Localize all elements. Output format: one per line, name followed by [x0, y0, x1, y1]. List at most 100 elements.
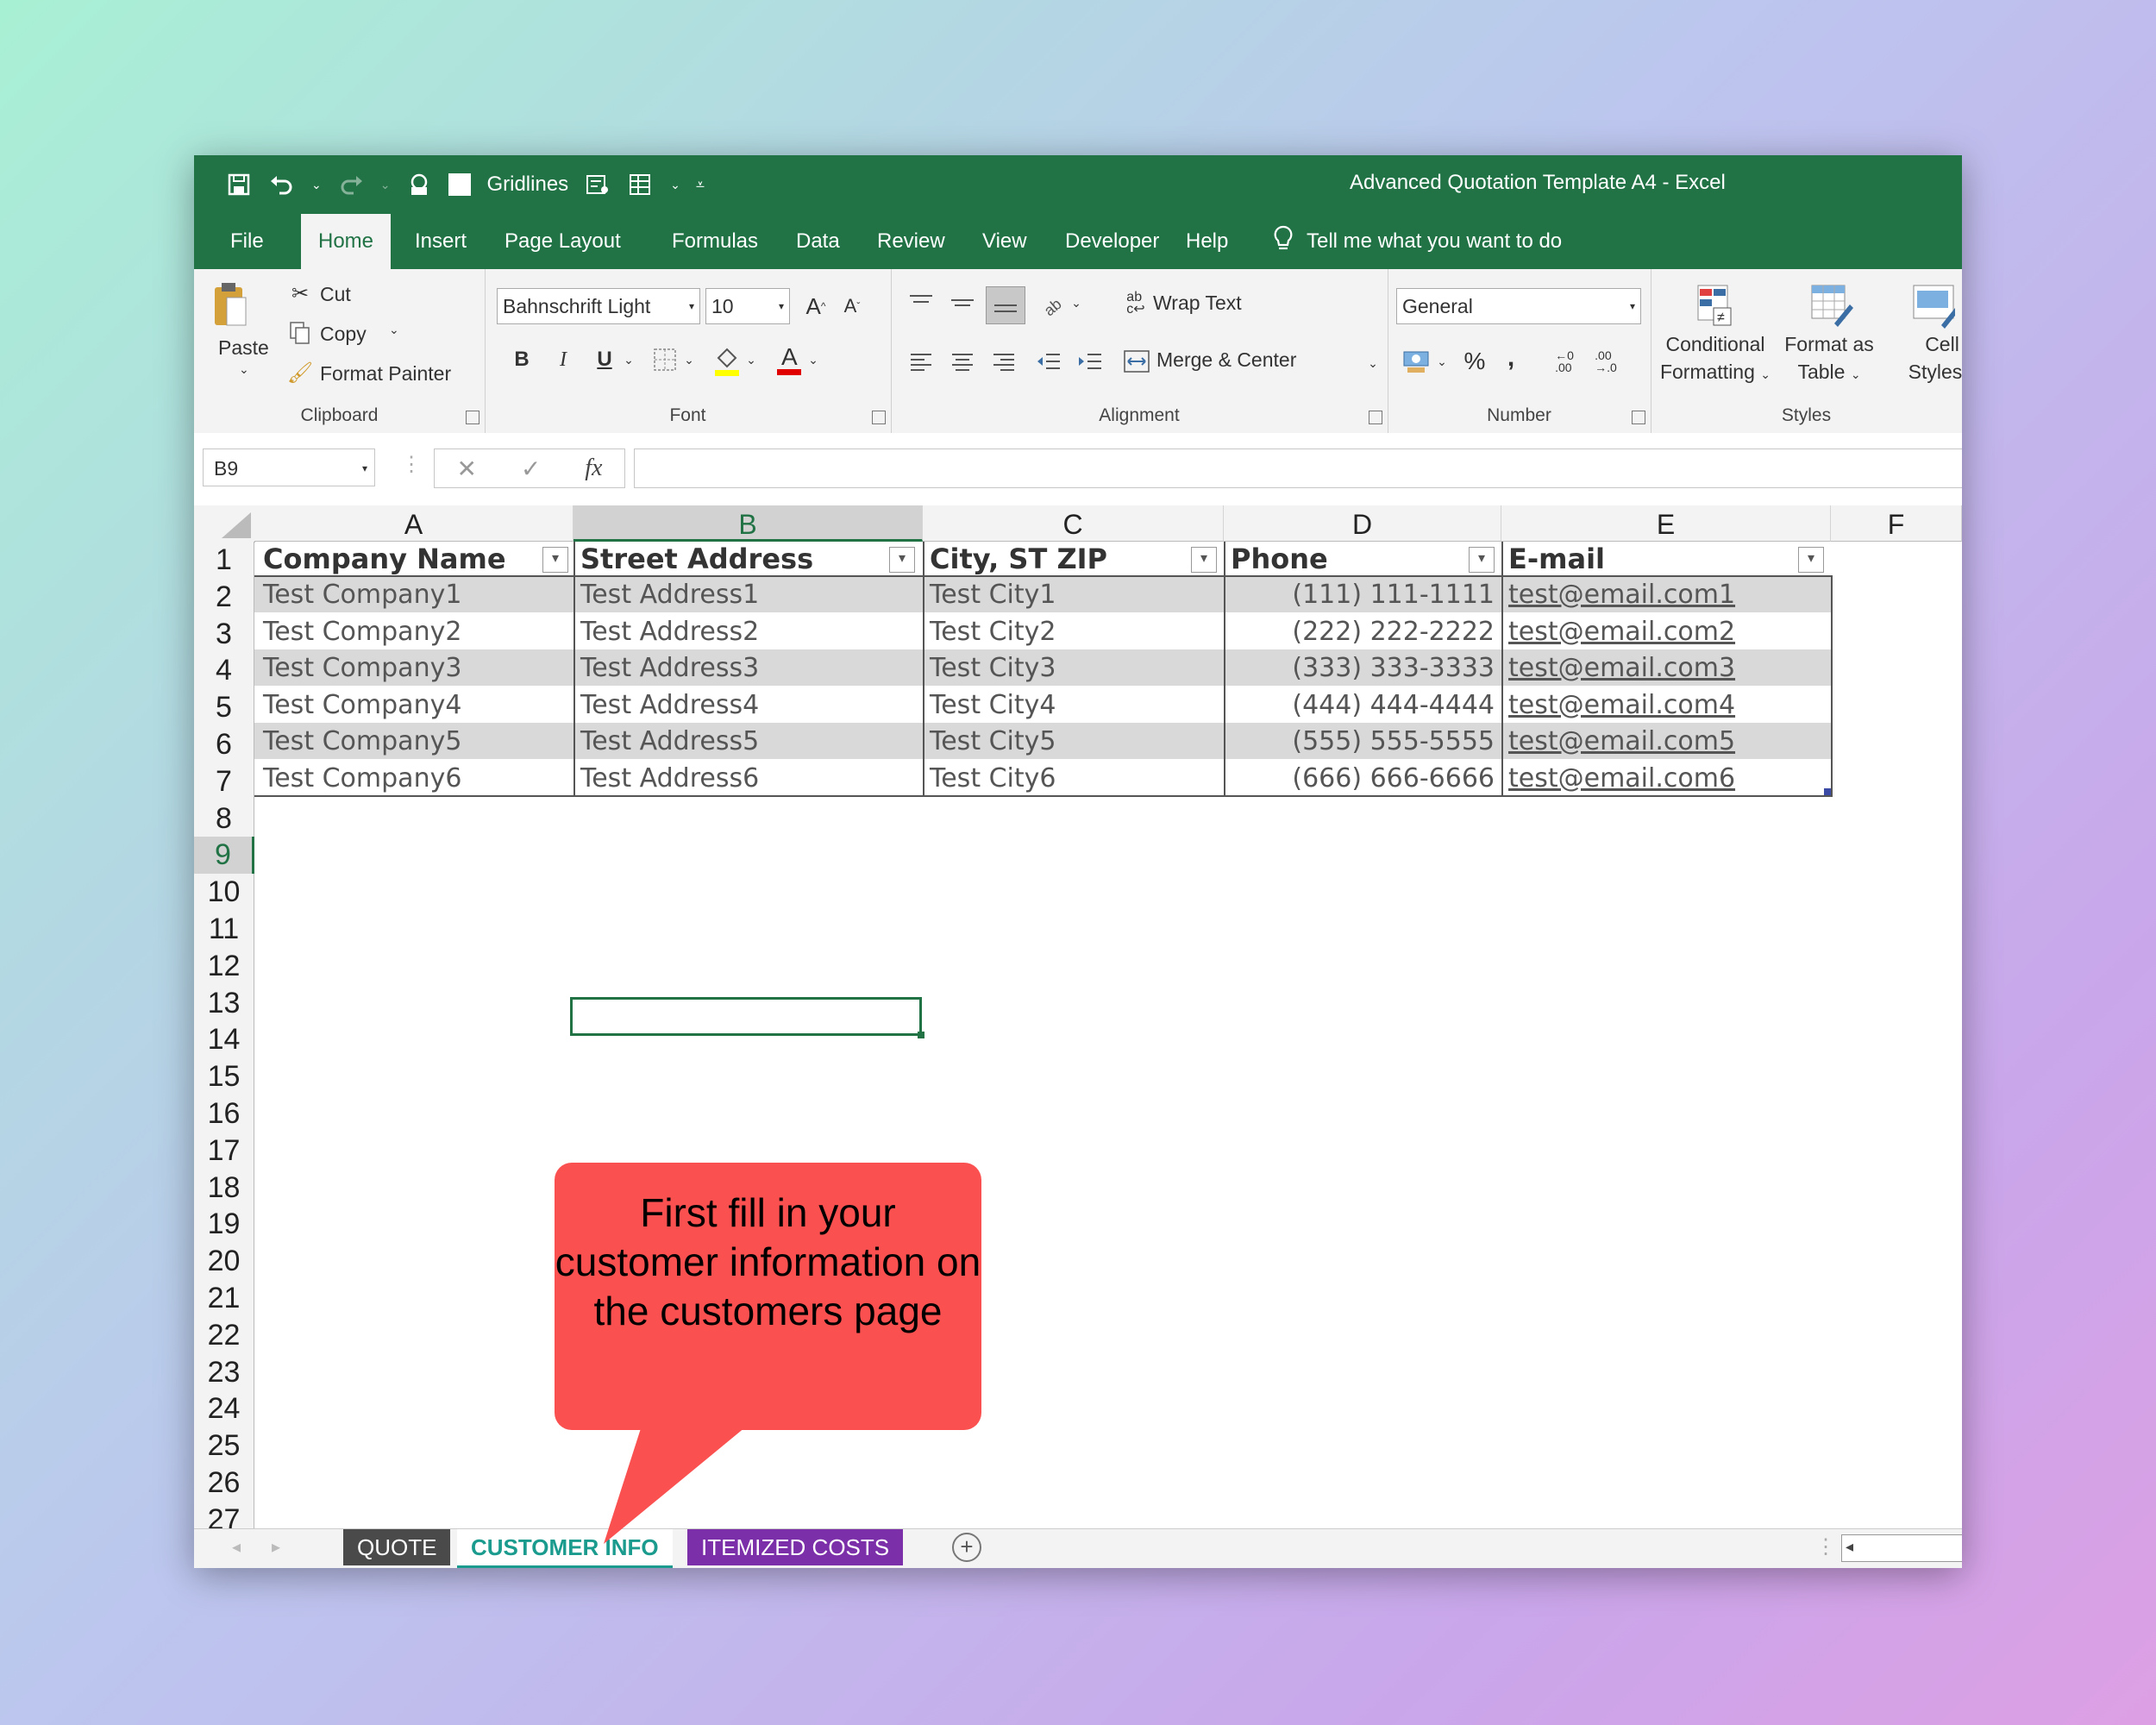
column-header-c[interactable]: C: [923, 505, 1224, 542]
decrease-font-size-icon[interactable]: Aˇ: [838, 292, 866, 321]
copy-label[interactable]: Copy: [320, 323, 367, 346]
filter-email-icon[interactable]: ▾: [1798, 547, 1824, 573]
table-header-email[interactable]: E-mail: [1505, 542, 1798, 576]
cell-city-4[interactable]: Test City4: [926, 688, 1221, 723]
cell-company-1[interactable]: Test Company1: [260, 578, 570, 612]
table-header-company-name[interactable]: Company Name: [260, 542, 544, 576]
tab-insert[interactable]: Insert: [398, 214, 484, 269]
cell-address-6[interactable]: Test Address6: [577, 762, 920, 796]
underline-button[interactable]: U: [592, 345, 617, 374]
tab-formulas[interactable]: Formulas: [655, 214, 775, 269]
filter-street-address-icon[interactable]: ▾: [889, 547, 915, 573]
cell-city-3[interactable]: Test City3: [926, 651, 1221, 686]
table-header-phone[interactable]: Phone: [1227, 542, 1469, 576]
filter-city-icon[interactable]: ▾: [1191, 547, 1217, 573]
copy-icon[interactable]: [287, 319, 313, 347]
row-header-21[interactable]: 21: [194, 1280, 254, 1317]
cell-styles-label-1[interactable]: Cell: [1908, 333, 1962, 356]
fill-color-icon[interactable]: [712, 343, 742, 378]
format-painter-icon[interactable]: 🖌: [287, 359, 313, 386]
format-as-table-label-1[interactable]: Format as: [1773, 333, 1885, 356]
gridlines-checkbox[interactable]: [448, 173, 472, 196]
sheet-scroll-left-icon[interactable]: ◂: [232, 1536, 241, 1558]
cell-phone-2[interactable]: (222) 222-2222: [1227, 615, 1500, 649]
row-header-20[interactable]: 20: [194, 1243, 254, 1280]
tab-file[interactable]: File: [213, 214, 281, 269]
custom-macro-icon[interactable]: [405, 171, 433, 198]
cell-company-4[interactable]: Test Company4: [260, 688, 570, 723]
decrease-indent-icon[interactable]: [1032, 347, 1065, 376]
select-all-button[interactable]: [194, 505, 255, 543]
row-header-18[interactable]: 18: [194, 1169, 254, 1207]
cell-company-6[interactable]: Test Company6: [260, 762, 570, 796]
alignment-launcher-icon[interactable]: [1369, 411, 1382, 424]
increase-font-size-icon[interactable]: A ^: [802, 292, 830, 321]
tab-review[interactable]: Review: [860, 214, 962, 269]
cell-styles-label-2[interactable]: Styles: [1901, 361, 1962, 384]
tab-developer[interactable]: Developer: [1048, 214, 1176, 269]
scroll-left-arrow-icon[interactable]: ◂: [1846, 1538, 1853, 1556]
borders-icon[interactable]: [650, 345, 680, 374]
insert-function-icon[interactable]: fx: [585, 455, 602, 482]
row-header-5[interactable]: 5: [194, 689, 254, 726]
undo-icon[interactable]: [268, 171, 296, 198]
row-header-4[interactable]: 4: [194, 652, 254, 690]
fill-color-dropdown-icon[interactable]: ⌄: [743, 347, 759, 373]
borders-dropdown-icon[interactable]: ⌄: [681, 347, 697, 373]
table-header-street-address[interactable]: Street Address: [577, 542, 887, 576]
row-header-11[interactable]: 11: [194, 911, 254, 948]
cell-phone-6[interactable]: (666) 666-6666: [1227, 762, 1500, 796]
align-middle-icon[interactable]: [946, 288, 979, 319]
tab-page-layout[interactable]: Page Layout: [487, 214, 638, 269]
row-header-22[interactable]: 22: [194, 1316, 254, 1354]
row-header-3[interactable]: 3: [194, 615, 254, 653]
merge-center-label[interactable]: Merge & Center: [1156, 348, 1296, 372]
save-icon[interactable]: [225, 171, 253, 198]
table-layout-icon[interactable]: [627, 171, 655, 198]
cell-address-5[interactable]: Test Address5: [577, 724, 920, 759]
cell-phone-1[interactable]: (111) 111-1111: [1227, 578, 1500, 612]
row-header-15[interactable]: 15: [194, 1058, 254, 1095]
confirm-entry-icon[interactable]: ✓: [521, 455, 541, 483]
format-painter-label[interactable]: Format Painter: [320, 362, 451, 386]
formula-bar-splitter-icon[interactable]: ⋮: [401, 452, 422, 477]
row-header-26[interactable]: 26: [194, 1465, 254, 1502]
name-box[interactable]: B9 ▾: [203, 448, 375, 486]
paste-dropdown-icon[interactable]: ⌄: [239, 362, 249, 377]
cell-city-6[interactable]: Test City6: [926, 762, 1221, 796]
cut-label[interactable]: Cut: [320, 283, 351, 306]
cell-email-4[interactable]: test@email.com4: [1505, 688, 1829, 723]
conditional-formatting-label-2[interactable]: Formatting ⌄: [1651, 361, 1780, 384]
number-format-select[interactable]: General ▾: [1396, 288, 1641, 324]
cell-city-2[interactable]: Test City2: [926, 615, 1221, 649]
wrap-text-label[interactable]: Wrap Text: [1153, 292, 1242, 315]
conditional-formatting-icon[interactable]: ≠: [1694, 281, 1737, 329]
align-right-icon[interactable]: [987, 347, 1020, 376]
cell-city-1[interactable]: Test City1: [926, 578, 1221, 612]
column-header-b[interactable]: B: [573, 505, 923, 542]
decrease-decimal-icon[interactable]: .00 →.0: [1589, 345, 1622, 378]
column-header-f[interactable]: F: [1831, 505, 1962, 542]
align-center-icon[interactable]: [946, 347, 979, 376]
font-size-select[interactable]: 10 ▾: [705, 288, 790, 324]
table-resize-handle[interactable]: [1824, 788, 1831, 795]
number-launcher-icon[interactable]: [1632, 411, 1645, 424]
row-header-23[interactable]: 23: [194, 1353, 254, 1391]
align-bottom-icon[interactable]: [986, 286, 1025, 324]
format-as-table-label-2[interactable]: Table ⌄: [1773, 361, 1885, 384]
orientation-dropdown-icon[interactable]: ⌄: [1069, 290, 1084, 316]
font-launcher-icon[interactable]: [872, 411, 886, 424]
font-color-dropdown-icon[interactable]: ⌄: [805, 347, 821, 373]
cut-icon[interactable]: ✂: [287, 279, 313, 307]
table-header-city[interactable]: City, ST ZIP: [926, 542, 1185, 576]
cell-email-6[interactable]: test@email.com6: [1505, 762, 1829, 796]
cell-address-1[interactable]: Test Address1: [577, 578, 920, 612]
align-left-icon[interactable]: [905, 347, 937, 376]
cell-email-2[interactable]: test@email.com2: [1505, 615, 1829, 649]
tab-home[interactable]: Home: [301, 214, 392, 269]
selected-cell-b9[interactable]: [570, 997, 924, 1038]
increase-decimal-icon[interactable]: ←0.00: [1548, 345, 1581, 378]
row-header-24[interactable]: 24: [194, 1390, 254, 1428]
formula-input[interactable]: [634, 448, 1962, 488]
row-header-13[interactable]: 13: [194, 984, 254, 1022]
